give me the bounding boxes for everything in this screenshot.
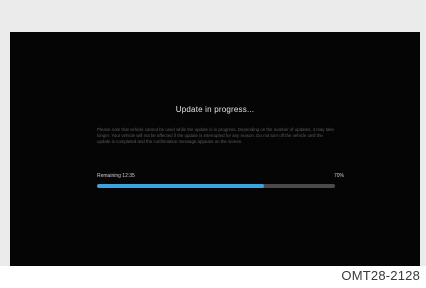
update-notice-text: Please note that vehicle cannot be used … bbox=[97, 127, 335, 145]
progress-percent-label: 70% bbox=[333, 173, 344, 179]
progress-bar bbox=[97, 184, 335, 188]
remaining-time-label: Remaining 12:35 bbox=[97, 173, 135, 179]
display-screen: Update in progress... Please note that v… bbox=[10, 32, 420, 266]
figure-caption: OMT28-2128 bbox=[341, 268, 420, 283]
progress-bar-fill bbox=[97, 184, 264, 188]
update-title: Update in progress... bbox=[175, 105, 255, 114]
figure: Update in progress... Please note that v… bbox=[0, 0, 426, 288]
screen-frame: Update in progress... Please note that v… bbox=[0, 0, 426, 266]
